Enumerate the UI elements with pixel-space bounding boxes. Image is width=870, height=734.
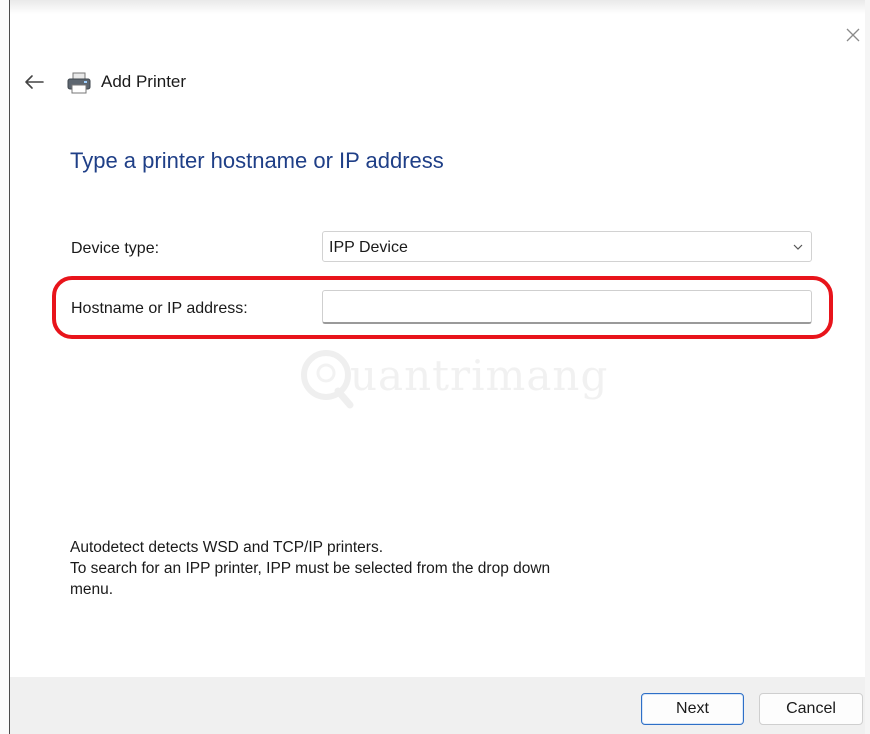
watermark-text: uantrimang xyxy=(350,351,609,400)
device-type-dropdown[interactable]: IPP Device xyxy=(322,231,812,262)
info-line-1: Autodetect detects WSD and TCP/IP printe… xyxy=(70,539,384,556)
window-left-border xyxy=(9,0,10,734)
back-button[interactable] xyxy=(20,70,48,94)
page-heading: Type a printer hostname or IP address xyxy=(70,148,444,173)
window-title: Add Printer xyxy=(101,72,187,91)
info-line-2: To search for an IPP printer, IPP must b… xyxy=(70,560,551,577)
chevron-down-icon xyxy=(793,244,803,250)
back-arrow-icon xyxy=(25,75,44,89)
watermark: uantrimang xyxy=(298,345,607,415)
device-type-selected-value: IPP Device xyxy=(329,239,408,256)
close-button[interactable] xyxy=(840,22,866,48)
window-left-edge xyxy=(0,0,9,734)
info-line-3: menu. xyxy=(70,581,114,598)
cancel-button[interactable]: Cancel xyxy=(759,693,863,725)
printer-icon xyxy=(67,72,91,94)
window-right-edge xyxy=(865,0,870,734)
close-icon xyxy=(846,28,860,42)
hostname-label: Hostname or IP address: xyxy=(71,300,248,317)
hostname-input[interactable] xyxy=(322,290,812,324)
info-text: Autodetect detects WSD and TCP/IP printe… xyxy=(70,537,550,600)
window-top-strip xyxy=(0,0,870,14)
next-button[interactable]: Next xyxy=(641,693,744,725)
watermark-bulb-icon xyxy=(301,350,354,409)
device-type-label: Device type: xyxy=(71,240,160,257)
